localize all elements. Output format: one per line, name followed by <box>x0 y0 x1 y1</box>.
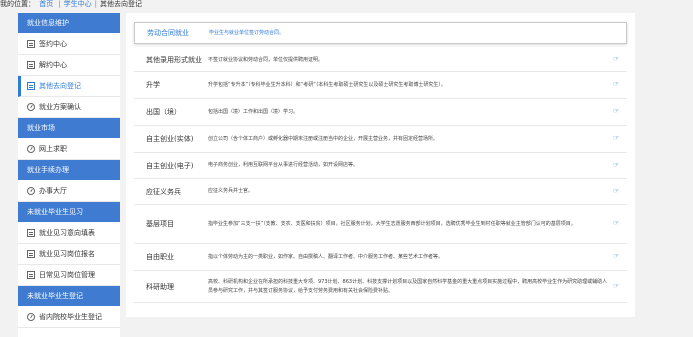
sidebar-section-header[interactable]: 就业手续办理 <box>18 160 120 181</box>
option-description: 电子商务创业，利用互联网平台从事进行经营活动，如开设网店等。 <box>208 162 359 168</box>
sidebar-item-label: 其他去向登记 <box>39 81 81 90</box>
breadcrumb-student-center-link[interactable]: 学生中心 <box>64 0 92 8</box>
destination-option-row[interactable]: 科研助理 高校、科研机构和企业在所承担的科技重大专项、973计划、863计划、科技… <box>134 271 627 303</box>
destination-options-panel: 劳动合同就业 毕业生与就业单位签订劳动合同。其他录用形式就业 不签订就业协议和劳动合… <box>126 13 635 317</box>
option-description: 不签订就业协议和劳动合同，单位仅提供聘用证明。 <box>208 56 324 63</box>
sidebar-item-label: 就业见习岗位报名 <box>39 249 95 258</box>
option-description: 创立公司（含个体工商户）或孵化器中期末注册或注册当中的企业，开展主营业务，并有固… <box>208 135 439 142</box>
option-description: 包括出国（境）工作和出国（境）学习。 <box>208 108 299 115</box>
sidebar-item[interactable]: 日常见习岗位管理 <box>18 265 120 286</box>
option-title: 自主创业(实体) <box>146 135 194 143</box>
compass-icon <box>27 145 35 153</box>
sidebar-item-label: 就业方案确认 <box>39 102 81 111</box>
sidebar-item[interactable]: 办事大厅 <box>18 181 120 202</box>
sidebar-item[interactable]: 网上求职 <box>18 139 120 160</box>
compass-icon <box>27 313 35 321</box>
sidebar: 就业信息维护签约中心解约中心其他去向登记 就业方案确认就业市场网上求职就业手续办理… <box>18 13 120 337</box>
pointing-hand-icon[interactable] <box>613 283 621 290</box>
pointing-hand-icon[interactable] <box>613 56 621 63</box>
pointing-hand-icon[interactable] <box>613 108 621 115</box>
option-description: 升学包括“专升本”（专科毕业生升本科）和“考研”（本科生考取硕士研究生以及硕士研… <box>208 81 446 88</box>
sidebar-item[interactable]: 解约中心 <box>18 55 120 76</box>
destination-option-row[interactable]: 升学 升学包括“专升本”（专科毕业生升本科）和“考研”（本科生考取硕士研究生以及硕… <box>134 72 627 99</box>
destination-option-row[interactable]: 自由职业 指以个体劳动为主的一类职业，如作家、自由撰稿人、翻译工作者、中介服务工作… <box>134 244 627 271</box>
pointing-hand-icon[interactable] <box>613 162 621 169</box>
sidebar-section-header[interactable]: 未就业毕业生登记 <box>18 286 120 307</box>
document-icon <box>27 82 35 90</box>
document-icon <box>27 40 35 48</box>
sidebar-section-header[interactable]: 就业市场 <box>18 118 120 139</box>
option-description: 应征义务兵并士官。 <box>208 188 254 194</box>
option-title: 基层项目 <box>146 220 174 228</box>
option-title: 科研助理 <box>146 282 174 291</box>
breadcrumb-current: 其他去向登记 <box>99 0 142 8</box>
sidebar-item-label: 解约中心 <box>39 60 67 69</box>
document-icon <box>27 271 35 279</box>
destination-option-row[interactable]: 自主创业(实体) 创立公司（含个体工商户）或孵化器中期末注册或注册当中的企业，开展… <box>134 126 627 153</box>
sidebar-item[interactable]: 其他去向登记 <box>18 76 120 97</box>
sidebar-item-label: 日常见习岗位管理 <box>39 270 95 279</box>
sidebar-item[interactable]: 省内院校毕业生登记 <box>18 307 120 328</box>
destination-option-row[interactable]: 应征义务兵 应征义务兵并士官。 <box>134 179 627 205</box>
sidebar-item-label: 办事大厅 <box>39 186 67 195</box>
pointing-hand-icon[interactable] <box>613 81 621 88</box>
pointing-hand-icon[interactable] <box>613 253 621 260</box>
sidebar-section-header[interactable]: 就业信息维护 <box>18 13 120 34</box>
document-icon <box>27 61 35 69</box>
sidebar-item[interactable]: 就业见习岗位报名 <box>18 244 120 265</box>
option-title: 应征义务兵 <box>146 187 181 196</box>
document-icon <box>27 250 35 258</box>
option-title: 自由职业 <box>146 253 174 261</box>
option-description: 指以个体劳动为主的一类职业，如作家、自由撰稿人、翻译工作者、中介服务工作者、某些… <box>208 253 444 260</box>
option-description: 指毕业生参加“三支一扶”（支教、支农、支医和扶贫）项目，社区服务计划，大学生志愿… <box>208 220 576 227</box>
option-title: 其他录用形式就业 <box>146 56 202 64</box>
compass-icon <box>27 187 35 195</box>
option-title: 自主创业(电子) <box>146 161 194 170</box>
destination-option-row[interactable]: 劳动合同就业 毕业生与就业单位签订劳动合同。 <box>134 22 627 44</box>
sidebar-item-label: 就业见习意向填表 <box>39 228 95 237</box>
option-description: 高校、科研机构和企业在所承担的科技重大专项、973计划、863计划、科技支撑计划… <box>208 278 608 294</box>
pointing-hand-icon[interactable] <box>613 135 621 142</box>
sidebar-item[interactable]: 签约中心 <box>18 34 120 55</box>
destination-option-row[interactable]: 其他录用形式就业 不签订就业协议和劳动合同，单位仅提供聘用证明。 <box>134 49 627 72</box>
destination-option-row[interactable]: 自主创业(电子) 电子商务创业，利用互联网平台从事进行经营活动，如开设网店等。 <box>134 153 627 179</box>
sidebar-item-label: 网上求职 <box>39 144 67 153</box>
option-title: 出国（境） <box>146 108 181 116</box>
compass-icon <box>27 103 35 111</box>
sidebar-item[interactable]: 就业见习意向填表 <box>18 223 120 244</box>
destination-option-row[interactable]: 基层项目 指毕业生参加“三支一扶”（支教、支农、支医和扶贫）项目，社区服务计划，大… <box>134 205 627 244</box>
breadcrumb-home-link[interactable]: 首页 <box>39 0 53 8</box>
sidebar-item-label: 签约中心 <box>39 39 67 48</box>
breadcrumb-label: 我的位置： <box>0 0 35 8</box>
sidebar-item[interactable]: 就业方案确认 <box>18 97 120 118</box>
option-description: 毕业生与就业单位签订劳动合同。 <box>209 29 285 36</box>
sidebar-item-label: 省内院校毕业生登记 <box>39 312 102 321</box>
document-icon <box>27 229 35 237</box>
destination-option-row[interactable]: 出国（境） 包括出国（境）工作和出国（境）学习。 <box>134 99 627 126</box>
option-title: 劳动合同就业 <box>147 29 189 37</box>
sidebar-section-header[interactable]: 未就业毕业生见习 <box>18 202 120 223</box>
option-title: 升学 <box>146 81 160 89</box>
breadcrumb: 我的位置： 首页 | 学生中心 | 其他去向登记 <box>0 0 142 8</box>
pointing-hand-icon[interactable] <box>613 188 621 195</box>
pointing-hand-icon[interactable] <box>613 220 621 227</box>
